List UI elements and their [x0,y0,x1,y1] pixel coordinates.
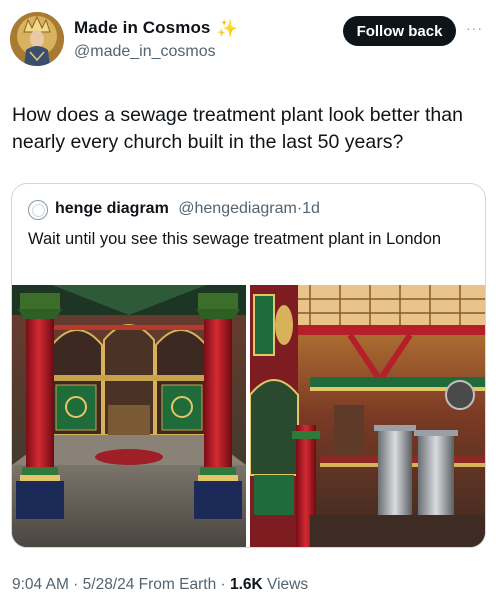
quoted-tweet-header: henge diagram @hengediagram·1d [55,200,320,218]
meta-separator: · [68,576,83,593]
tweet-text: How does a sewage treatment plant look b… [12,104,463,153]
quoted-author-handle: @hengediagram [178,200,297,217]
more-options-icon[interactable]: ··· [466,20,483,36]
quoted-tweet-text: Wait until you see this sewage treatment… [28,230,442,248]
tweet-time[interactable]: 9:04 AM [12,576,69,593]
octagon-hall-image [12,285,246,547]
photo-engine-hall[interactable] [250,285,485,547]
avatar-image [10,12,64,66]
author-handle[interactable]: @made_in_cosmos [74,43,216,61]
sparkle-icon: ✨ [216,18,238,38]
quoted-author-avatar[interactable] [28,200,48,220]
author-display-name[interactable]: Made in Cosmos [74,18,210,38]
views-count[interactable]: 1.6K [230,576,263,593]
meta-separator: · [216,576,230,593]
quoted-tweet-card[interactable]: henge diagram @hengediagram·1d Wait unti… [11,183,486,548]
tweet-date[interactable]: 5/28/24 [83,576,135,593]
author-avatar[interactable] [10,12,64,66]
photo-octagon-hall[interactable] [12,285,246,547]
tweet-meta: 9:04 AM · 5/28/24 From Earth · 1.6K View… [12,576,308,594]
follow-back-button[interactable]: Follow back [343,16,456,46]
quoted-timestamp[interactable]: 1d [302,200,320,217]
quoted-author-name[interactable]: henge diagram [55,200,169,217]
engine-hall-image [250,285,485,547]
views-label: Views [262,576,309,593]
tweet-source: From Earth [134,576,217,593]
author-name-row[interactable]: Made in Cosmos ✨ [74,18,238,38]
